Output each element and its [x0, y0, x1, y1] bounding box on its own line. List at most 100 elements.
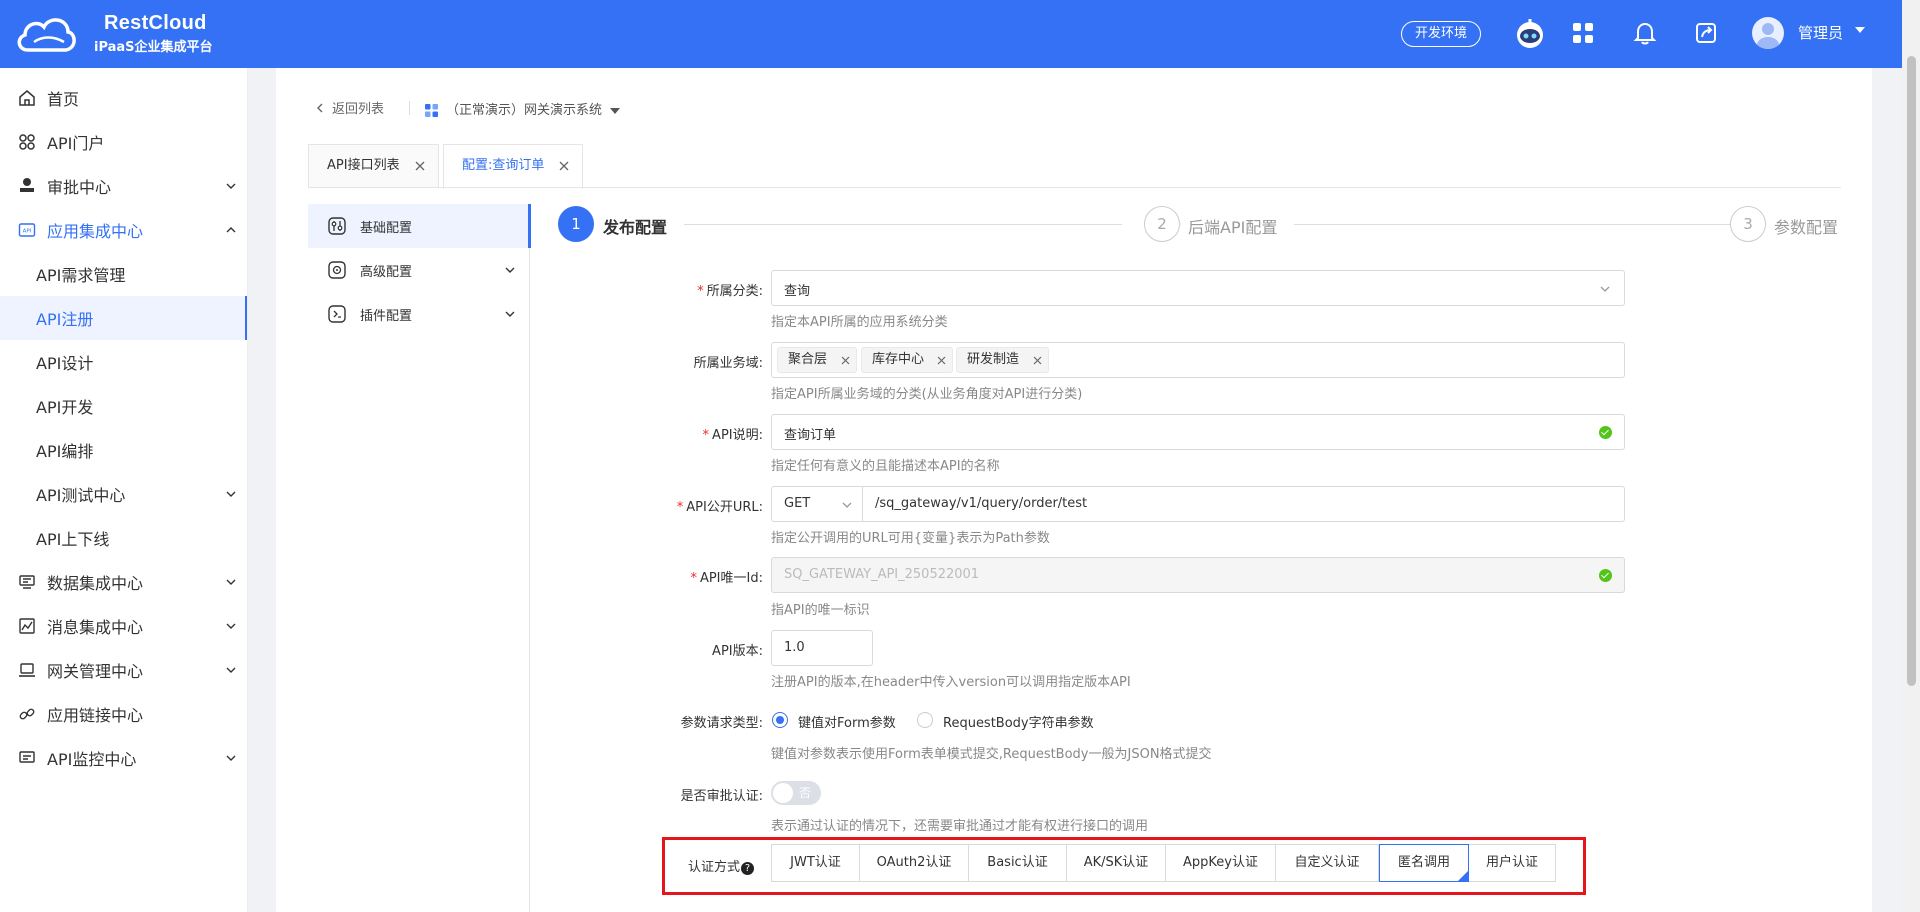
- tab-label: API接口列表: [327, 158, 400, 173]
- auth-option-oauth2[interactable]: OAuth2认证: [860, 844, 969, 882]
- api-url-label: * API公开URL:: [676, 500, 763, 515]
- user-menu-caret-icon[interactable]: [1855, 27, 1865, 33]
- step-1-label: 发布配置: [603, 218, 668, 237]
- auth-option-jwt[interactable]: JWT认证: [771, 844, 860, 882]
- api-uid-label: * API唯一Id:: [690, 571, 763, 586]
- sidebar-item-data-integration[interactable]: 数据集成中心: [0, 560, 247, 604]
- api-desc-value: 查询订单: [784, 428, 837, 443]
- system-selector[interactable]: （正常演示）网关演示系统: [425, 99, 621, 118]
- auth-option-custom[interactable]: 自定义认证: [1276, 844, 1379, 882]
- step-1-circle: 1: [558, 206, 594, 242]
- step-connector: [1294, 224, 1730, 225]
- radio-requestbody-label[interactable]: RequestBody字符串参数: [943, 712, 1094, 731]
- domain-multiselect[interactable]: 聚合层 库存中心 研发制造: [771, 342, 1625, 378]
- sidebar-item-app-link[interactable]: 应用链接中心: [0, 692, 247, 736]
- sidebar-item-api-orchestration[interactable]: API编排: [0, 428, 247, 472]
- sidebar-item-label: API上下线: [36, 530, 110, 549]
- api-uid-value: SQ_GATEWAY_API_250522001: [784, 567, 980, 582]
- subnav-plugin-config[interactable]: 插件配置: [308, 292, 530, 336]
- breadcrumb-divider: [409, 101, 410, 115]
- api-url-input[interactable]: /sq_gateway/v1/query/order/test: [862, 486, 1625, 522]
- close-icon[interactable]: [558, 160, 570, 172]
- page-scrollbar[interactable]: [1902, 0, 1920, 912]
- sidebar-item-label: API门户: [47, 134, 105, 153]
- api-desc-help: 指定任何有意义的且能描述本API的名称: [771, 459, 1000, 474]
- category-label: * 所属分类:: [697, 284, 763, 299]
- tab-api-list[interactable]: API接口列表: [308, 144, 439, 188]
- param-type-label: 参数请求类型:: [680, 716, 763, 731]
- domain-tag: 聚合层: [777, 347, 857, 373]
- sidebar-item-api-design[interactable]: API设计: [0, 340, 247, 384]
- env-badge[interactable]: 开发环境: [1401, 21, 1481, 47]
- sidebar-item-api-monitor[interactable]: API监控中心: [0, 736, 247, 780]
- tab-label: 配置:查询订单: [462, 158, 545, 173]
- sidebar-item-home[interactable]: 首页: [0, 76, 247, 120]
- domain-tag: 研发制造: [956, 347, 1049, 373]
- subnav-advanced-config[interactable]: 高级配置: [308, 248, 530, 292]
- chevron-down-icon: [505, 311, 515, 317]
- param-type-help: 键值对参数表示使用Form表单模式提交,RequestBody一般为JSON格式…: [771, 747, 1212, 762]
- chevron-down-icon: [226, 623, 236, 629]
- api-url-value: /sq_gateway/v1/query/order/test: [875, 496, 1088, 511]
- system-label: （正常演示）网关演示系统: [446, 103, 603, 118]
- sidebar-item-gateway[interactable]: 网关管理中心: [0, 648, 247, 692]
- subnav-label: 高级配置: [360, 265, 413, 280]
- approval-toggle[interactable]: 否: [771, 781, 821, 805]
- auth-option-anonymous[interactable]: 匿名调用: [1379, 844, 1469, 882]
- radio-form-params-label[interactable]: 键值对Form参数: [798, 712, 896, 731]
- subnav-basic-config[interactable]: 基础配置: [308, 204, 531, 248]
- sidebar-item-label: API测试中心: [36, 486, 126, 505]
- sidebar: 首页 API门户 审批中心 API 应用集成中心 API需求管理 API注册 A…: [0, 68, 248, 912]
- tag-close-icon[interactable]: [937, 356, 946, 365]
- api-desc-input[interactable]: 查询订单: [771, 414, 1625, 450]
- api-version-input[interactable]: 1.0: [771, 630, 873, 666]
- category-select[interactable]: 查询: [771, 270, 1625, 306]
- api-uid-help: 指API的唯一标识: [771, 603, 870, 618]
- auth-option-appkey[interactable]: AppKey认证: [1166, 844, 1276, 882]
- sidebar-item-approval[interactable]: 审批中心: [0, 164, 247, 208]
- apps-grid-icon[interactable]: [1570, 20, 1596, 46]
- cloud-logo-icon[interactable]: [14, 12, 78, 56]
- notification-bell-icon[interactable]: [1632, 20, 1658, 46]
- auth-option-user[interactable]: 用户认证: [1469, 844, 1556, 882]
- sidebar-item-api-online[interactable]: API上下线: [0, 516, 247, 560]
- sidebar-item-api-register[interactable]: API注册: [0, 296, 247, 340]
- sidebar-item-api-test[interactable]: API测试中心: [0, 472, 247, 516]
- help-question-icon[interactable]: ?: [741, 862, 755, 875]
- tag-close-icon[interactable]: [841, 356, 850, 365]
- share-export-icon[interactable]: [1693, 20, 1719, 46]
- chevron-down-icon: [226, 183, 236, 189]
- back-label: 返回列表: [332, 102, 385, 117]
- api-version-help: 注册API的版本,在header中传入version可以调用指定版本API: [771, 675, 1131, 690]
- sidebar-item-label: API注册: [36, 310, 94, 329]
- data-icon: [19, 575, 35, 589]
- domain-tag: 库存中心: [861, 347, 953, 373]
- subnav-label: 插件配置: [360, 309, 413, 324]
- user-avatar[interactable]: [1752, 17, 1784, 49]
- check-circle-icon: [1599, 426, 1612, 439]
- gateway-icon: [19, 663, 35, 677]
- user-name[interactable]: 管理员: [1798, 22, 1843, 43]
- back-to-list-link[interactable]: 返回列表: [316, 98, 384, 117]
- toggle-knob: [773, 783, 793, 803]
- sidebar-item-message-integration[interactable]: 消息集成中心: [0, 604, 247, 648]
- radio-form-params[interactable]: [772, 712, 788, 728]
- auth-option-aksk[interactable]: AK/SK认证: [1067, 844, 1166, 882]
- chevron-down-icon: [226, 755, 236, 761]
- sidebar-item-label: 网关管理中心: [47, 662, 144, 681]
- sidebar-item-app-integration[interactable]: API 应用集成中心: [0, 208, 247, 252]
- radio-requestbody[interactable]: [917, 712, 933, 728]
- sidebar-item-label: 应用链接中心: [47, 706, 144, 725]
- sidebar-item-api-requirement[interactable]: API需求管理: [0, 252, 247, 296]
- http-method-select[interactable]: GET: [771, 486, 863, 522]
- api-version-label: API版本:: [712, 644, 763, 659]
- sidebar-item-api-portal[interactable]: API门户: [0, 120, 247, 164]
- sidebar-item-api-develop[interactable]: API开发: [0, 384, 247, 428]
- scrollbar-thumb[interactable]: [1907, 56, 1916, 686]
- robot-assistant-icon[interactable]: [1514, 18, 1546, 50]
- auth-option-basic[interactable]: Basic认证: [969, 844, 1067, 882]
- close-icon[interactable]: [414, 160, 426, 172]
- tag-close-icon[interactable]: [1033, 356, 1042, 365]
- message-icon: [19, 618, 35, 634]
- tab-config-query-order[interactable]: 配置:查询订单: [443, 144, 583, 189]
